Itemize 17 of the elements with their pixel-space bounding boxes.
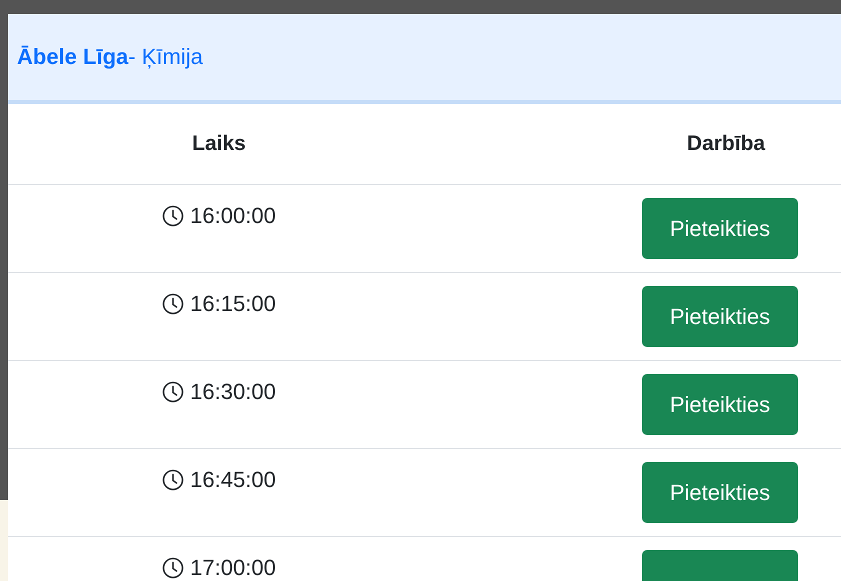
apply-button[interactable]: Pieteikties <box>642 198 798 259</box>
time-text: 16:15:00 <box>190 291 276 317</box>
time-text: 16:45:00 <box>190 467 276 493</box>
time-text: 16:00:00 <box>190 203 276 229</box>
clock-icon <box>162 557 184 579</box>
time-text: 16:30:00 <box>190 379 276 405</box>
time-text: 17:00:00 <box>190 555 276 581</box>
clock-icon <box>162 469 184 491</box>
card-title: Ābele Līga- Ķīmija <box>17 44 203 70</box>
apply-button[interactable]: Pieteikties <box>642 286 798 347</box>
column-header: Darbība <box>686 132 766 156</box>
column-header: Laiks <box>192 132 246 156</box>
clock-icon <box>162 293 184 315</box>
clock-icon <box>162 381 184 403</box>
clock-icon <box>162 205 184 227</box>
apply-button[interactable]: Pieteikties <box>642 462 798 523</box>
apply-button[interactable]: Pieteikties <box>642 374 798 435</box>
